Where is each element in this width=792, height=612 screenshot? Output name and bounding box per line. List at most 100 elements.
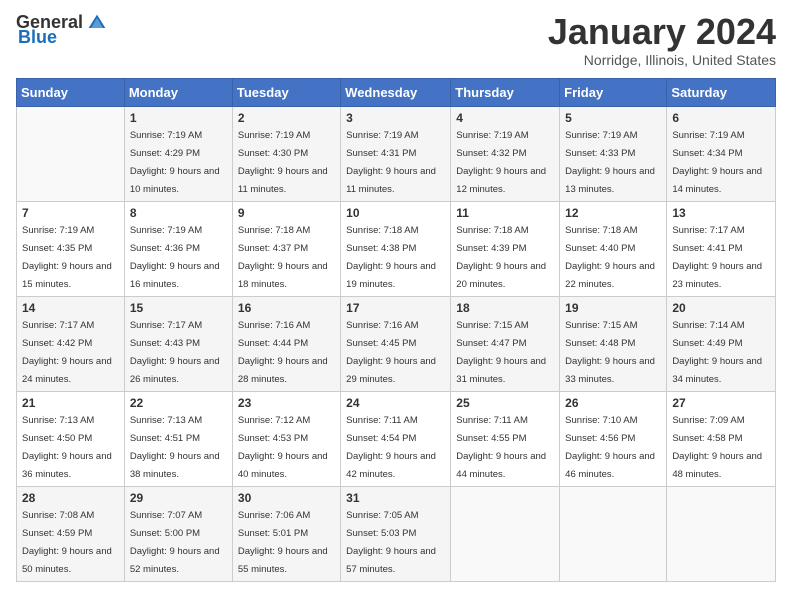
- day-sunset: Sunset: 4:49 PM: [672, 338, 742, 349]
- day-sunset: Sunset: 4:44 PM: [238, 338, 308, 349]
- day-sunrise: Sunrise: 7:13 AM: [130, 415, 202, 426]
- day-number: 22: [130, 396, 227, 410]
- day-daylight: Daylight: 9 hours and 15 minutes.: [22, 261, 112, 290]
- day-number: 27: [672, 396, 770, 410]
- day-sunrise: Sunrise: 7:18 AM: [565, 225, 637, 236]
- day-sunset: Sunset: 4:32 PM: [456, 148, 526, 159]
- day-sunrise: Sunrise: 7:19 AM: [456, 130, 528, 141]
- day-daylight: Daylight: 9 hours and 44 minutes.: [456, 451, 546, 480]
- day-daylight: Daylight: 9 hours and 18 minutes.: [238, 261, 328, 290]
- day-daylight: Daylight: 9 hours and 34 minutes.: [672, 356, 762, 385]
- day-daylight: Daylight: 9 hours and 10 minutes.: [130, 166, 220, 195]
- title-section: January 2024 Norridge, Illinois, United …: [548, 12, 776, 68]
- day-number: 7: [22, 206, 119, 220]
- cell-2-2: 16 Sunrise: 7:16 AM Sunset: 4:44 PM Dayl…: [232, 296, 340, 391]
- day-sunset: Sunset: 4:59 PM: [22, 528, 92, 539]
- day-number: 29: [130, 491, 227, 505]
- cell-2-1: 15 Sunrise: 7:17 AM Sunset: 4:43 PM Dayl…: [124, 296, 232, 391]
- day-daylight: Daylight: 9 hours and 46 minutes.: [565, 451, 655, 480]
- day-number: 11: [456, 206, 554, 220]
- day-daylight: Daylight: 9 hours and 55 minutes.: [238, 546, 328, 575]
- day-number: 24: [346, 396, 445, 410]
- header-thursday: Thursday: [451, 78, 560, 106]
- cell-0-4: 4 Sunrise: 7:19 AM Sunset: 4:32 PM Dayli…: [451, 106, 560, 201]
- day-sunrise: Sunrise: 7:09 AM: [672, 415, 744, 426]
- cell-1-0: 7 Sunrise: 7:19 AM Sunset: 4:35 PM Dayli…: [17, 201, 125, 296]
- day-daylight: Daylight: 9 hours and 23 minutes.: [672, 261, 762, 290]
- cell-4-2: 30 Sunrise: 7:06 AM Sunset: 5:01 PM Dayl…: [232, 486, 340, 581]
- header-sunday: Sunday: [17, 78, 125, 106]
- day-number: 16: [238, 301, 335, 315]
- day-sunset: Sunset: 4:36 PM: [130, 243, 200, 254]
- day-daylight: Daylight: 9 hours and 31 minutes.: [456, 356, 546, 385]
- day-sunrise: Sunrise: 7:17 AM: [672, 225, 744, 236]
- logo-blue: Blue: [18, 27, 57, 48]
- day-number: 14: [22, 301, 119, 315]
- month-title: January 2024: [548, 12, 776, 52]
- day-number: 12: [565, 206, 661, 220]
- day-sunrise: Sunrise: 7:17 AM: [22, 320, 94, 331]
- day-sunrise: Sunrise: 7:19 AM: [238, 130, 310, 141]
- day-daylight: Daylight: 9 hours and 11 minutes.: [238, 166, 328, 195]
- day-sunset: Sunset: 4:53 PM: [238, 433, 308, 444]
- week-row-2: 14 Sunrise: 7:17 AM Sunset: 4:42 PM Dayl…: [17, 296, 776, 391]
- day-number: 25: [456, 396, 554, 410]
- day-sunset: Sunset: 4:34 PM: [672, 148, 742, 159]
- day-sunset: Sunset: 4:48 PM: [565, 338, 635, 349]
- calendar-body: 1 Sunrise: 7:19 AM Sunset: 4:29 PM Dayli…: [17, 106, 776, 581]
- day-daylight: Daylight: 9 hours and 11 minutes.: [346, 166, 436, 195]
- day-sunset: Sunset: 4:56 PM: [565, 433, 635, 444]
- cell-0-5: 5 Sunrise: 7:19 AM Sunset: 4:33 PM Dayli…: [560, 106, 667, 201]
- day-sunset: Sunset: 4:42 PM: [22, 338, 92, 349]
- day-number: 23: [238, 396, 335, 410]
- day-sunrise: Sunrise: 7:12 AM: [238, 415, 310, 426]
- day-number: 5: [565, 111, 661, 125]
- day-sunset: Sunset: 4:50 PM: [22, 433, 92, 444]
- day-daylight: Daylight: 9 hours and 29 minutes.: [346, 356, 436, 385]
- day-sunset: Sunset: 5:00 PM: [130, 528, 200, 539]
- cell-1-5: 12 Sunrise: 7:18 AM Sunset: 4:40 PM Dayl…: [560, 201, 667, 296]
- cell-1-1: 8 Sunrise: 7:19 AM Sunset: 4:36 PM Dayli…: [124, 201, 232, 296]
- day-daylight: Daylight: 9 hours and 38 minutes.: [130, 451, 220, 480]
- cell-3-6: 27 Sunrise: 7:09 AM Sunset: 4:58 PM Dayl…: [667, 391, 776, 486]
- day-number: 3: [346, 111, 445, 125]
- cell-2-3: 17 Sunrise: 7:16 AM Sunset: 4:45 PM Dayl…: [341, 296, 451, 391]
- week-row-0: 1 Sunrise: 7:19 AM Sunset: 4:29 PM Dayli…: [17, 106, 776, 201]
- day-daylight: Daylight: 9 hours and 52 minutes.: [130, 546, 220, 575]
- day-sunrise: Sunrise: 7:05 AM: [346, 510, 418, 521]
- day-number: 8: [130, 206, 227, 220]
- cell-1-3: 10 Sunrise: 7:18 AM Sunset: 4:38 PM Dayl…: [341, 201, 451, 296]
- day-daylight: Daylight: 9 hours and 42 minutes.: [346, 451, 436, 480]
- day-daylight: Daylight: 9 hours and 50 minutes.: [22, 546, 112, 575]
- day-sunrise: Sunrise: 7:18 AM: [456, 225, 528, 236]
- day-sunrise: Sunrise: 7:14 AM: [672, 320, 744, 331]
- header: General Blue January 2024 Norridge, Illi…: [16, 12, 776, 68]
- day-number: 13: [672, 206, 770, 220]
- cell-2-6: 20 Sunrise: 7:14 AM Sunset: 4:49 PM Dayl…: [667, 296, 776, 391]
- week-row-1: 7 Sunrise: 7:19 AM Sunset: 4:35 PM Dayli…: [17, 201, 776, 296]
- header-tuesday: Tuesday: [232, 78, 340, 106]
- day-daylight: Daylight: 9 hours and 57 minutes.: [346, 546, 436, 575]
- cell-3-4: 25 Sunrise: 7:11 AM Sunset: 4:55 PM Dayl…: [451, 391, 560, 486]
- logo: General Blue: [16, 12, 107, 48]
- day-number: 6: [672, 111, 770, 125]
- day-sunset: Sunset: 4:47 PM: [456, 338, 526, 349]
- day-daylight: Daylight: 9 hours and 26 minutes.: [130, 356, 220, 385]
- day-number: 31: [346, 491, 445, 505]
- day-sunset: Sunset: 4:54 PM: [346, 433, 416, 444]
- cell-3-5: 26 Sunrise: 7:10 AM Sunset: 4:56 PM Dayl…: [560, 391, 667, 486]
- day-number: 10: [346, 206, 445, 220]
- cell-0-2: 2 Sunrise: 7:19 AM Sunset: 4:30 PM Dayli…: [232, 106, 340, 201]
- day-daylight: Daylight: 9 hours and 40 minutes.: [238, 451, 328, 480]
- cell-4-6: [667, 486, 776, 581]
- day-sunset: Sunset: 5:01 PM: [238, 528, 308, 539]
- day-sunset: Sunset: 4:40 PM: [565, 243, 635, 254]
- day-sunset: Sunset: 4:41 PM: [672, 243, 742, 254]
- day-daylight: Daylight: 9 hours and 24 minutes.: [22, 356, 112, 385]
- logo-icon: [87, 13, 107, 33]
- day-sunset: Sunset: 4:37 PM: [238, 243, 308, 254]
- day-sunrise: Sunrise: 7:19 AM: [22, 225, 94, 236]
- day-sunrise: Sunrise: 7:19 AM: [565, 130, 637, 141]
- location: Norridge, Illinois, United States: [548, 52, 776, 68]
- day-sunrise: Sunrise: 7:18 AM: [238, 225, 310, 236]
